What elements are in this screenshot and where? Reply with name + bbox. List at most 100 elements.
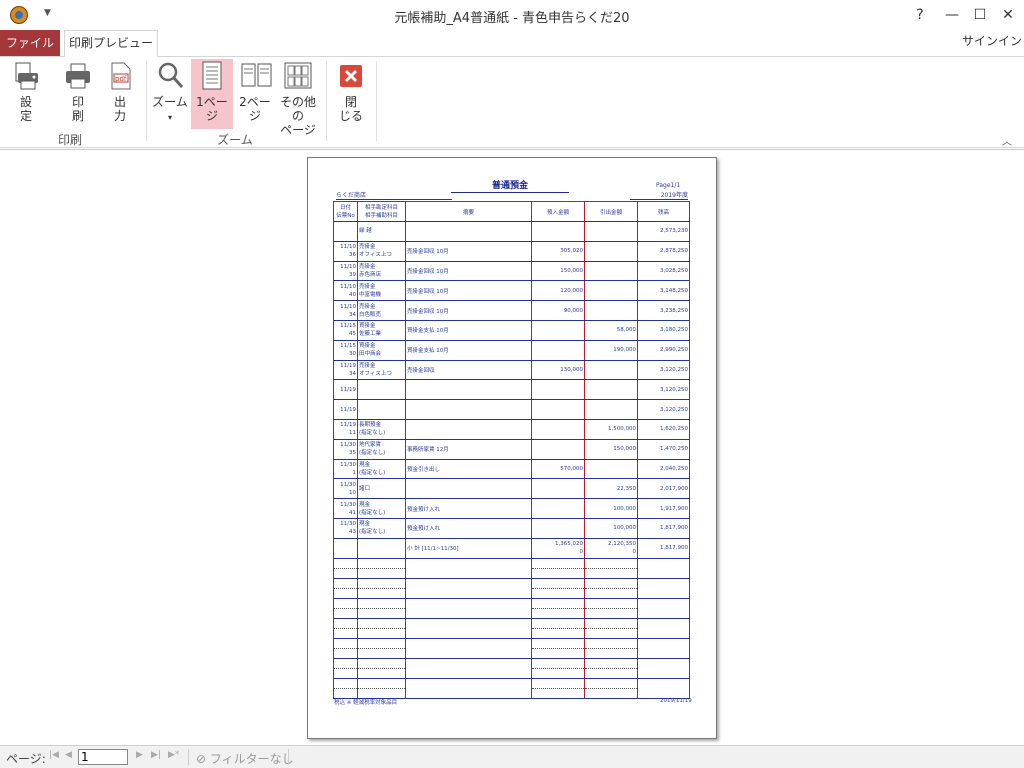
- description-cell: [405, 419, 532, 440]
- credit-cell: [584, 280, 638, 302]
- prev-page-icon[interactable]: ◀: [65, 750, 72, 760]
- header-date: 日付 伝票No: [333, 201, 358, 222]
- description-cell: 預金預け入れ: [405, 518, 532, 539]
- table-row: 11/10 36 売掛金 オフィス上つ 売掛金回収 10月 305,020 2,878,25…: [333, 241, 690, 262]
- table-row: 小 計 [11/1~11/30] 1,365,020 0 2,120,350 0 1,81…: [333, 538, 690, 559]
- balance-cell: 2,040,250: [637, 459, 690, 480]
- page-number-input[interactable]: [78, 749, 128, 765]
- balance-cell: 2,017,900: [637, 478, 690, 500]
- description-cell: [405, 598, 532, 619]
- debit-cell: [531, 678, 585, 699]
- debit-cell: 130,000: [531, 360, 585, 381]
- balance-cell: 3,028,250: [637, 261, 690, 282]
- zoom-button[interactable]: ズーム ▾: [150, 59, 190, 129]
- date-cell: 11/30 43: [333, 518, 358, 539]
- tab-print-preview[interactable]: 印刷プレビュー: [64, 30, 158, 57]
- print-button[interactable]: 印 刷: [58, 59, 98, 129]
- close-preview-button[interactable]: 閉 じる: [332, 59, 370, 129]
- filter-label: フィルターなし: [209, 752, 294, 766]
- signin-link[interactable]: サインイン: [962, 32, 1022, 49]
- group-print-label: 印刷: [57, 133, 82, 147]
- date-cell: 11/10 34: [333, 300, 358, 321]
- one-page-button[interactable]: 1ペー ジ: [191, 59, 233, 129]
- fiscal-year: 2019年度: [630, 190, 688, 200]
- last-page-icon[interactable]: ▶|: [151, 750, 161, 760]
- help-button[interactable]: ?: [906, 4, 934, 26]
- date-cell: [333, 678, 358, 699]
- table-row: 11/10 39 売掛金 赤色商店 売掛金回収 10月 150,000 3,028,250: [333, 261, 690, 282]
- debit-cell: 305,020: [531, 241, 585, 262]
- debit-cell: 120,000: [531, 280, 585, 302]
- balance-cell: [637, 598, 690, 619]
- svg-text:pdf: pdf: [115, 75, 127, 83]
- table-row: 11/10 40 売掛金 中富電機 売掛金回収 10月 120,000 3,148,250: [333, 280, 690, 302]
- filter-status[interactable]: ⊘ フィルターなし: [196, 750, 294, 767]
- collapse-ribbon-icon[interactable]: ︿: [1002, 133, 1012, 148]
- date-cell: [333, 658, 358, 679]
- account-cell: [357, 558, 406, 579]
- balance-cell: [637, 578, 690, 599]
- description-cell: 売掛金回収 10月: [405, 300, 532, 321]
- date-cell: 11/10 36: [333, 241, 358, 262]
- credit-cell: 22,350: [584, 478, 638, 500]
- title-bar: ▼ 元帳補助_A4普通紙 - 青色申告らくだ20 ? — ☐ ✕: [0, 0, 1024, 30]
- debit-cell: 90,000: [531, 300, 585, 321]
- next-page-icon[interactable]: ▶: [136, 750, 143, 760]
- table-row: 11/19 3,120,250: [333, 399, 690, 420]
- debit-cell: [531, 399, 585, 420]
- date-cell: [333, 618, 358, 639]
- zoom-dropdown-icon: ▾: [167, 113, 172, 122]
- description-cell: 買掛金支払 10月: [405, 340, 532, 361]
- credit-cell: [584, 300, 638, 321]
- account-cell: 売掛金 赤色商店: [357, 261, 406, 282]
- two-page-button[interactable]: 2ペー ジ: [235, 59, 275, 129]
- ledger-table: 日付 伝票No 相手勘定科目 相手補助科目 摘要 預入金額 引出金額 残高 繰 越 2…: [333, 201, 690, 699]
- credit-cell: [584, 598, 638, 619]
- output-pdf-button[interactable]: pdf 出 力: [100, 59, 140, 129]
- table-row: 11/19 34 売掛金 オフィス上つ 売掛金回収 130,000 3,120,250: [333, 360, 690, 381]
- debit-cell: [531, 478, 585, 500]
- account-cell: 買掛金 佐藤工業: [357, 320, 406, 341]
- balance-cell: 1,817,900: [637, 518, 690, 539]
- page-setup-icon: [12, 61, 40, 91]
- table-row: [333, 558, 690, 579]
- credit-cell: [584, 618, 638, 639]
- account-cell: 繰 越: [357, 221, 406, 242]
- table-row: 11/19 3,120,250: [333, 379, 690, 401]
- table-row: 11/15 30 買掛金 田中商会 買掛金支払 10月 190,000 2,990,250: [333, 340, 690, 361]
- debit-cell: [531, 221, 585, 242]
- account-cell: 現金 (指定なし): [357, 498, 406, 519]
- multi-page-icon: [284, 61, 312, 91]
- new-record-icon[interactable]: ▶*: [168, 750, 179, 760]
- minimize-button[interactable]: —: [938, 4, 966, 26]
- balance-cell: [637, 678, 690, 699]
- debit-cell: [531, 558, 585, 579]
- tab-file[interactable]: ファイル: [0, 30, 60, 56]
- description-cell: [405, 221, 532, 242]
- date-cell: [333, 558, 358, 579]
- close-window-button[interactable]: ✕: [994, 4, 1022, 26]
- balance-cell: 1,917,900: [637, 498, 690, 519]
- date-cell: 11/19 11: [333, 419, 358, 440]
- first-page-icon[interactable]: |◀: [49, 750, 59, 760]
- status-separator: [288, 749, 289, 765]
- credit-cell: 58,000: [584, 320, 638, 341]
- group-separator: [326, 61, 327, 141]
- header-balance: 残高: [637, 201, 690, 222]
- other-pages-button[interactable]: その他の ページ: [276, 59, 320, 137]
- settings-label: 設 定: [19, 95, 32, 123]
- magnifier-icon: [156, 61, 184, 91]
- balance-cell: 3,238,250: [637, 300, 690, 321]
- settings-button[interactable]: 設 定: [6, 59, 46, 129]
- credit-cell: 150,000: [584, 439, 638, 460]
- balance-cell: 3,120,250: [637, 360, 690, 381]
- credit-cell: 1,500,000: [584, 419, 638, 440]
- credit-cell: 190,000: [584, 340, 638, 361]
- credit-cell: [584, 261, 638, 282]
- balance-cell: [637, 658, 690, 679]
- balance-cell: [637, 558, 690, 579]
- maximize-button[interactable]: ☐: [966, 4, 994, 26]
- ribbon-tabs: ファイル 印刷プレビュー サインイン: [0, 30, 1024, 57]
- table-row: [333, 578, 690, 599]
- date-cell: 11/19: [333, 379, 358, 401]
